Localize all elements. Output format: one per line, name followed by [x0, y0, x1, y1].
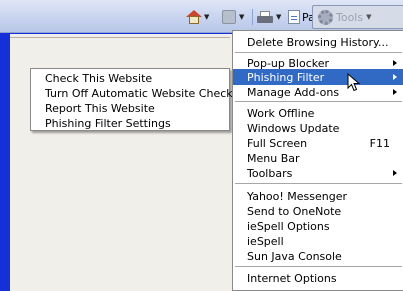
menu-item-label: ieSpell Options	[247, 219, 330, 233]
menu-item-label: Turn Off Automatic Website Checking...	[45, 87, 261, 100]
menu-item-full-screen[interactable]: Full Screen F11	[233, 135, 403, 151]
menu-item-windows-update[interactable]: Windows Update	[233, 120, 403, 136]
menu-item-label: ieSpell	[247, 234, 284, 248]
menu-separator	[235, 52, 402, 53]
menu-item-internet-options[interactable]: Internet Options	[233, 270, 403, 286]
menu-item-label: Manage Add-ons	[247, 85, 340, 99]
tools-label: Tools	[336, 10, 364, 24]
menu-item-label: Internet Options	[247, 271, 337, 285]
menu-item-work-offline[interactable]: Work Offline	[233, 105, 403, 121]
page-divider	[10, 37, 230, 38]
gear-icon	[318, 9, 333, 25]
menu-item-phishing-filter-settings[interactable]: Phishing Filter Settings	[31, 116, 229, 131]
tools-menu: Delete Browsing History... Pop-up Blocke…	[232, 30, 403, 291]
home-dropdown-arrow[interactable]: ▼	[204, 13, 209, 21]
home-icon	[186, 10, 202, 24]
toolbar-separator	[252, 9, 253, 25]
menu-item-iespell[interactable]: ieSpell	[233, 233, 403, 249]
phishing-filter-submenu: Check This Website Turn Off Automatic We…	[30, 68, 260, 131]
menu-item-shortcut: F11	[369, 136, 390, 150]
menu-item-label: Phishing Filter Settings	[45, 117, 171, 130]
menu-item-yahoo-messenger[interactable]: Yahoo! Messenger	[233, 188, 403, 204]
print-icon	[257, 10, 273, 24]
menu-item-iespell-options[interactable]: ieSpell Options	[233, 218, 403, 234]
menu-item-label: Pop-up Blocker	[247, 56, 330, 70]
menu-item-label: Full Screen	[247, 136, 308, 150]
menu-separator	[235, 183, 402, 184]
menu-item-label: Phishing Filter	[247, 70, 325, 84]
menu-item-check-this-website[interactable]: Check This Website	[31, 71, 229, 86]
menu-item-label: Windows Update	[247, 121, 340, 135]
print-dropdown-arrow[interactable]: ▼	[276, 13, 281, 21]
menu-item-label: Toolbars	[247, 166, 293, 180]
print-button[interactable]: ▼	[257, 8, 281, 26]
menu-item-delete-browsing-history[interactable]: Delete Browsing History...	[233, 34, 403, 50]
menu-item-label: Report This Website	[45, 102, 155, 115]
menu-separator	[235, 266, 402, 267]
menu-item-label: Yahoo! Messenger	[247, 189, 348, 203]
submenu-arrow-icon	[393, 170, 397, 176]
menu-item-turn-off-automatic-checking[interactable]: Turn Off Automatic Website Checking...	[31, 86, 260, 101]
tools-dropdown-arrow[interactable]: ▼	[366, 13, 371, 21]
command-bar: ▼ ▼ ▼ Page ▼ Tools ▼	[0, 0, 403, 33]
page-icon	[288, 10, 300, 24]
menu-item-label: Delete Browsing History...	[247, 35, 389, 49]
menu-item-label: Work Offline	[247, 106, 315, 120]
menu-item-manage-addons[interactable]: Manage Add-ons	[233, 84, 403, 100]
menu-item-label: Send to OneNote	[247, 204, 342, 218]
submenu-arrow-icon	[393, 60, 397, 66]
menu-item-menu-bar[interactable]: Menu Bar	[233, 150, 403, 166]
menu-item-phishing-filter[interactable]: Phishing Filter	[233, 69, 403, 85]
menu-item-sun-java-console[interactable]: Sun Java Console	[233, 248, 403, 264]
submenu-arrow-icon	[393, 89, 397, 95]
menu-item-report-this-website[interactable]: Report This Website	[31, 101, 229, 116]
feeds-dropdown-arrow[interactable]: ▼	[239, 13, 244, 21]
home-button[interactable]: ▼	[186, 8, 209, 26]
submenu-arrow-icon	[393, 74, 397, 80]
menu-item-label: Sun Java Console	[247, 249, 342, 263]
menu-item-label: Menu Bar	[247, 151, 300, 165]
menu-item-send-to-onenote[interactable]: Send to OneNote	[233, 203, 403, 219]
menu-item-toolbars[interactable]: Toolbars	[233, 165, 403, 181]
menu-separator	[235, 101, 402, 102]
menu-item-label: Check This Website	[45, 72, 153, 85]
feeds-icon	[222, 10, 236, 24]
tools-button[interactable]: Tools ▼	[312, 5, 403, 29]
mouse-pointer-icon	[347, 73, 361, 92]
feeds-button[interactable]: ▼	[222, 8, 244, 26]
